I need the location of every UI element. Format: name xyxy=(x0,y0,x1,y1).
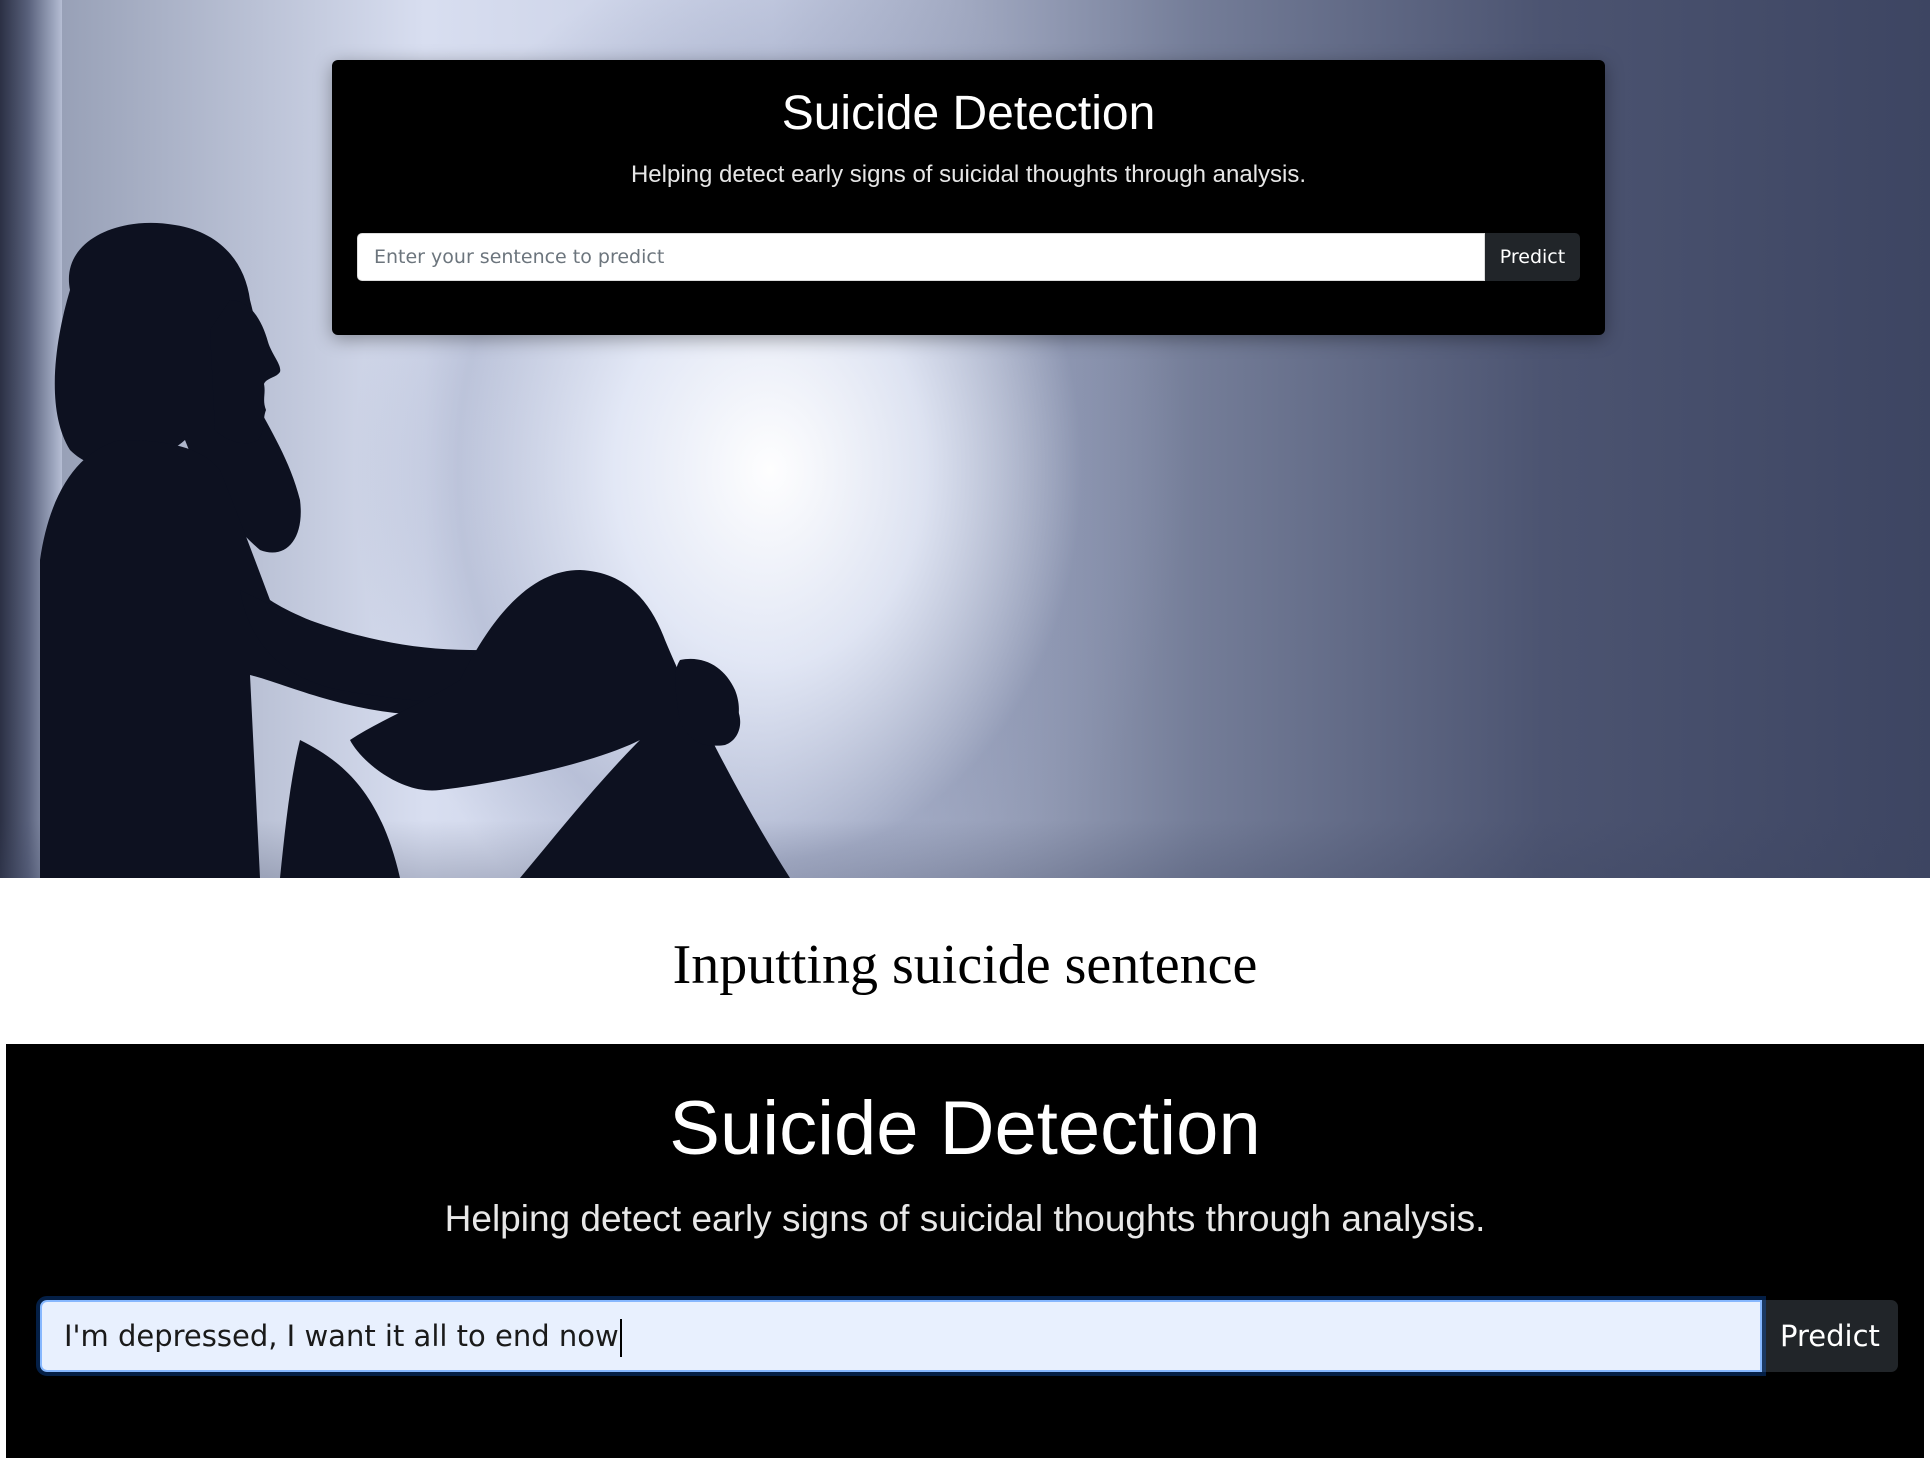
page-subtitle: Helping detect early signs of suicidal t… xyxy=(630,161,1307,188)
text-caret-icon xyxy=(619,1319,622,1357)
page-title: Suicide Detection xyxy=(781,87,1156,140)
predict-button[interactable]: Predict xyxy=(1485,233,1580,281)
prediction-card: Suicide Detection Helping detect early s… xyxy=(332,60,1605,335)
sentence-input-value: I'm depressed, I want it all to end now xyxy=(64,1319,619,1353)
sentence-input-group: I'm depressed, I want it all to end now … xyxy=(36,1296,1898,1376)
figure-caption: Inputting suicide sentence xyxy=(672,934,1258,996)
screenshot-empty-form: Suicide Detection Helping detect early s… xyxy=(0,0,1930,878)
screenshot-filled-form: Suicide Detection Helping detect early s… xyxy=(6,1044,1924,1458)
page-subtitle: Helping detect early signs of suicidal t… xyxy=(444,1198,1486,1239)
sentence-input[interactable]: Enter your sentence to predict xyxy=(357,233,1485,281)
figure: Suicide Detection Helping detect early s… xyxy=(0,0,1930,1460)
sentence-input-group: Enter your sentence to predict Predict xyxy=(357,233,1580,281)
page-title: Suicide Detection xyxy=(669,1086,1261,1171)
predict-button[interactable]: Predict xyxy=(1762,1300,1898,1372)
sentence-input[interactable]: I'm depressed, I want it all to end now xyxy=(36,1296,1766,1376)
